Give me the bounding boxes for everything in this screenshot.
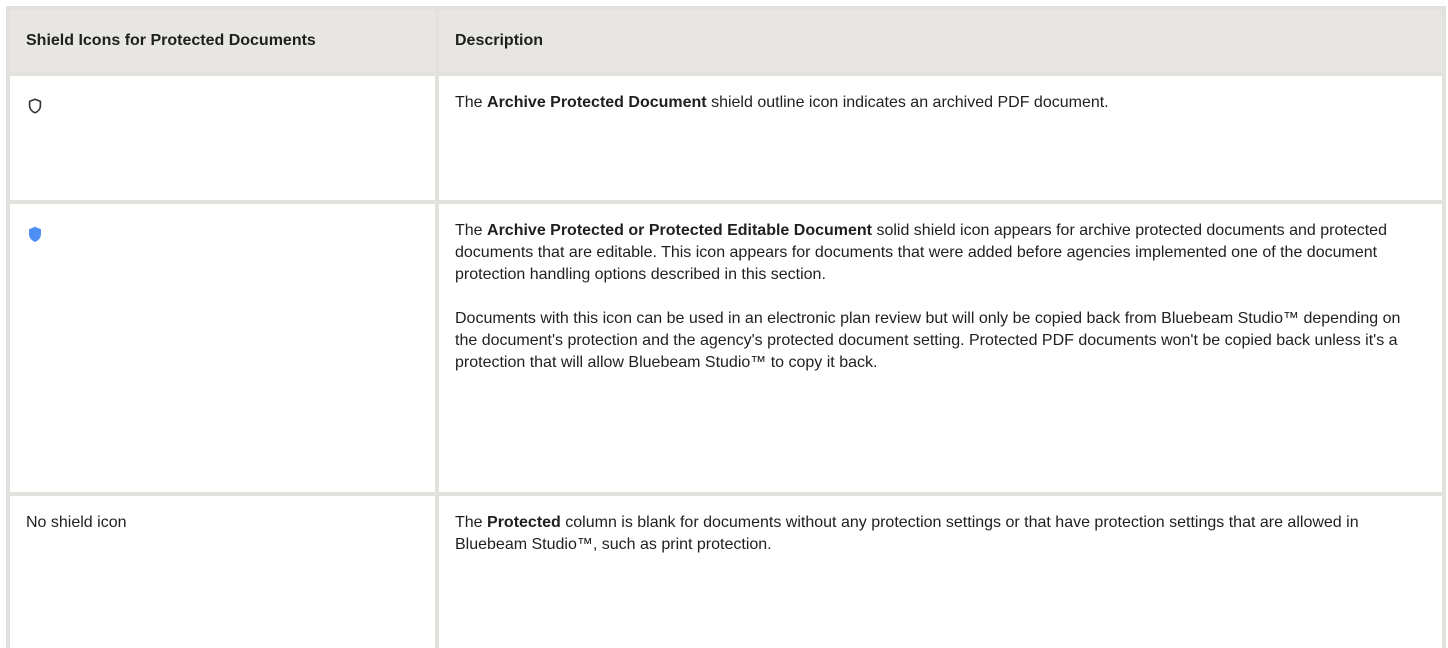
protected-documents-table-wrapper: Shield Icons for Protected Documents Des… — [6, 6, 1446, 648]
header-shield-icons: Shield Icons for Protected Documents — [6, 6, 439, 76]
table-header-row: Shield Icons for Protected Documents Des… — [6, 6, 1446, 76]
description-paragraph: Documents with this icon can be used in … — [455, 310, 1401, 371]
icon-cell — [6, 72, 439, 204]
description-cell: The Archive Protected Document shield ou… — [435, 72, 1446, 204]
description-paragraph: The Archive Protected Document shield ou… — [455, 94, 1109, 111]
description-cell: The Protected column is blank for docume… — [435, 492, 1446, 648]
shield-solid-icon — [28, 226, 42, 250]
table-row: No shield icon The Protected column is b… — [6, 492, 1446, 648]
description-paragraph: The Protected column is blank for docume… — [455, 514, 1359, 553]
no-shield-label: No shield icon — [26, 514, 127, 531]
description-cell: The Archive Protected or Protected Edita… — [435, 200, 1446, 496]
header-description: Description — [435, 6, 1446, 76]
icon-cell — [6, 200, 439, 496]
table-row: The Archive Protected Document shield ou… — [6, 72, 1446, 204]
protected-documents-table: Shield Icons for Protected Documents Des… — [6, 6, 1446, 648]
shield-outline-icon — [28, 98, 42, 121]
table-row: The Archive Protected or Protected Edita… — [6, 200, 1446, 496]
description-paragraph: The Archive Protected or Protected Edita… — [455, 222, 1387, 283]
icon-cell: No shield icon — [6, 492, 439, 648]
